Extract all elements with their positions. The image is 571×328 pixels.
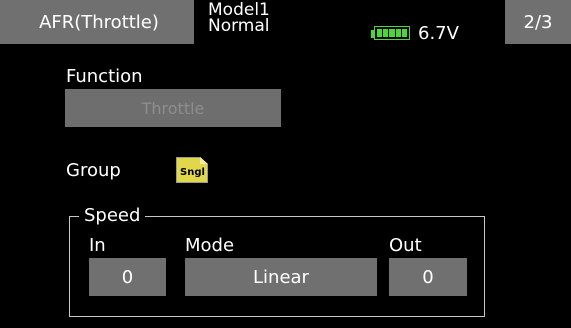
screen-title-button[interactable]: AFR(Throttle) (0, 0, 194, 44)
group-label: Group (66, 160, 121, 181)
speed-mode-button[interactable]: Linear (185, 258, 377, 296)
function-select-button[interactable]: Throttle (65, 89, 281, 127)
speed-in-value: 0 (121, 266, 134, 288)
function-label: Function (66, 66, 143, 87)
model-info: Model1 Normal (208, 2, 328, 36)
speed-out-button[interactable]: 0 (389, 258, 467, 296)
page-indicator: 2/3 (523, 11, 553, 33)
group-toggle-button[interactable]: Sngl (174, 156, 210, 184)
battery-voltage: 6.7V (418, 23, 459, 44)
speed-legend: Speed (79, 205, 146, 226)
battery-icon (371, 26, 412, 42)
header-bar: AFR(Throttle) Model1 Normal 6.7V 2/3 (0, 0, 571, 46)
speed-in-label: In (89, 235, 106, 256)
speed-mode-value: Linear (253, 266, 309, 288)
speed-in-button[interactable]: 0 (89, 258, 166, 296)
group-icon-text: Sngl (180, 167, 205, 178)
condition-name: Normal (208, 16, 270, 36)
page-indicator-button[interactable]: 2/3 (505, 0, 571, 44)
speed-out-value: 0 (422, 266, 434, 288)
speed-mode-label: Mode (185, 235, 235, 256)
function-value: Throttle (141, 98, 205, 118)
screen-title: AFR(Throttle) (39, 11, 159, 33)
speed-out-label: Out (389, 235, 422, 256)
